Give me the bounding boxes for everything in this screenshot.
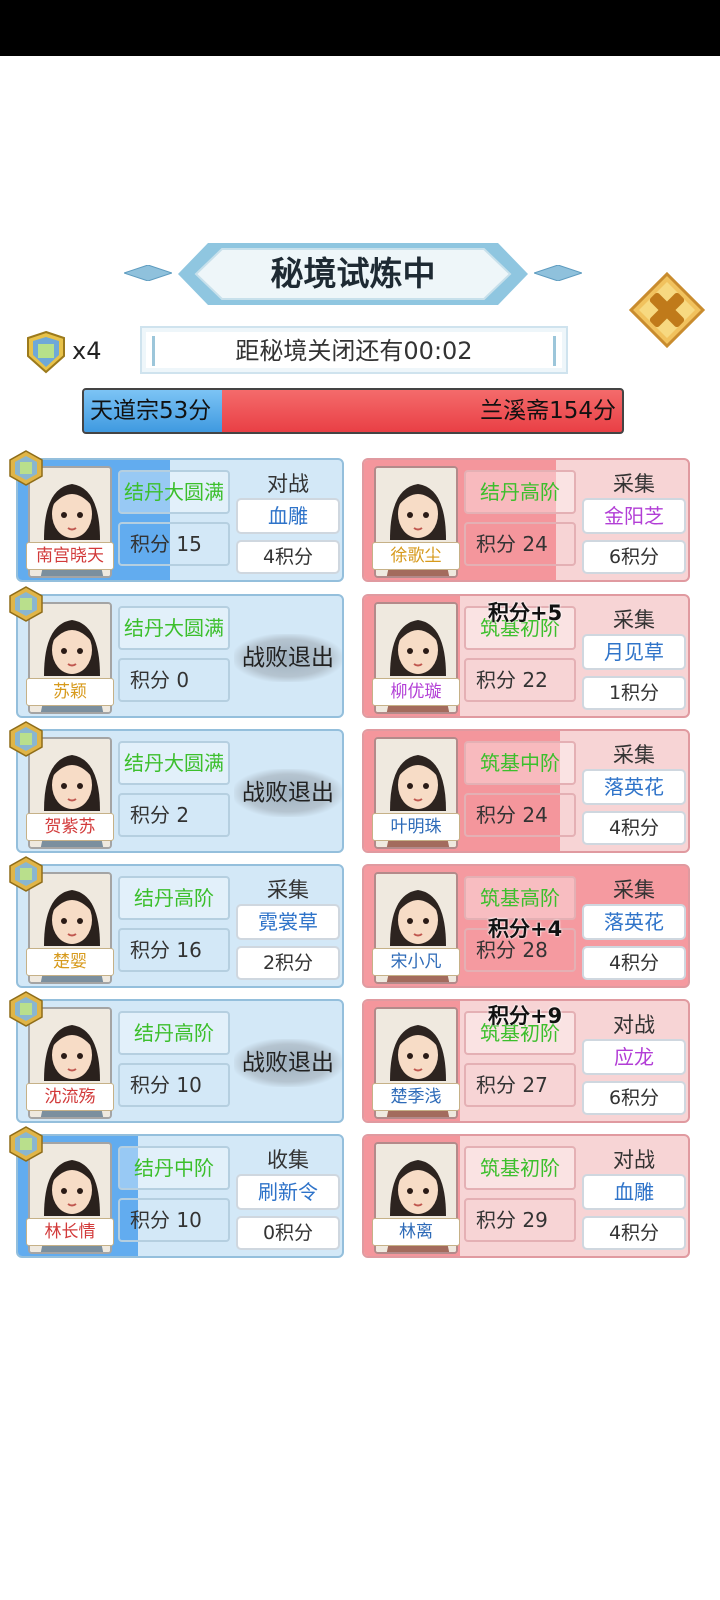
member-name: 沈流殇 [26,1083,114,1111]
action-label: 采集 [267,878,309,902]
action-target-button[interactable]: 月见草 [582,634,686,670]
cultivation-realm: 结丹大圆满 [118,741,230,785]
action-target-button[interactable]: 金阳芝 [582,498,686,534]
action-label: 采集 [613,608,655,632]
left-member-card[interactable]: 林长情 结丹中阶积分 10 收集 刷新令 0积分 [16,1134,344,1258]
member-name: 楚婴 [26,948,114,976]
member-name: 宋小凡 [372,948,460,976]
member-points: 积分 22 [464,658,576,702]
sect-badge-icon [8,856,44,892]
floating-points: 积分+9 [488,1004,563,1028]
action-reward: 4积分 [582,1216,686,1250]
cultivation-realm: 结丹高阶 [118,876,230,920]
left-wing-ornament [124,265,172,281]
action-label: 对战 [613,1013,655,1037]
action-target-button[interactable]: 血雕 [582,1174,686,1210]
action-label: 采集 [613,878,655,902]
left-member-card[interactable]: 苏颖 结丹大圆满积分 0 战败退出 [16,594,344,718]
action-target-button[interactable]: 应龙 [582,1039,686,1075]
action-reward: 6积分 [582,540,686,574]
team-score-bar: 天道宗53分 兰溪斋154分 [82,388,624,434]
cultivation-realm: 结丹大圆满 [118,470,230,514]
member-points: 积分 0 [118,658,230,702]
action-target-button[interactable]: 刷新令 [236,1174,340,1210]
sect-badge-icon [8,1126,44,1162]
member-name: 贺紫苏 [26,813,114,841]
cultivation-realm: 筑基初阶 [464,1146,576,1190]
countdown-timer: 距秘境关闭还有00:02 [140,326,568,374]
left-member-card[interactable]: 贺紫苏 结丹大圆满积分 2 战败退出 [16,729,344,853]
member-points: 积分 29 [464,1198,576,1242]
action-reward: 4积分 [582,946,686,980]
member-name: 苏颖 [26,678,114,706]
action-label: 采集 [613,743,655,767]
member-points: 积分 24 [464,793,576,837]
member-points: 积分 15 [118,522,230,566]
title-banner: 秘境试炼中 [178,243,528,305]
defeated-status: 战败退出 [234,1039,342,1087]
floating-points: 积分+4 [488,917,563,941]
close-button[interactable] [629,272,705,348]
page-title: 秘境试炼中 [270,254,436,293]
member-points: 积分 10 [118,1063,230,1107]
sect-badge-icon [8,721,44,757]
member-name: 徐歌尘 [372,542,460,570]
token-count: x4 [72,337,102,365]
sect-badge-icon [8,586,44,622]
member-name: 楚季浅 [372,1083,460,1111]
cultivation-realm: 结丹高阶 [118,1011,230,1055]
action-reward: 0积分 [236,1216,340,1250]
right-team-score: 兰溪斋154分 [480,398,616,424]
action-reward: 4积分 [236,540,340,574]
right-member-card[interactable]: 叶明珠 筑基中阶积分 24 采集 落英花 4积分 [362,729,690,853]
member-name: 南宫晓天 [26,542,114,570]
right-wing-ornament [534,265,582,281]
member-points: 积分 27 [464,1063,576,1107]
refresh-token-icon [27,330,65,374]
cultivation-realm: 结丹大圆满 [118,606,230,650]
action-target-button[interactable]: 血雕 [236,498,340,534]
action-target-button[interactable]: 落英花 [582,769,686,805]
member-points: 积分 16 [118,928,230,972]
cultivation-realm: 结丹高阶 [464,470,576,514]
left-team-score: 天道宗53分 [90,398,212,424]
defeated-status: 战败退出 [234,769,342,817]
member-name: 柳优璇 [372,678,460,706]
sect-badge-icon [8,991,44,1027]
action-label: 采集 [613,472,655,496]
left-member-card[interactable]: 南宫晓天 结丹大圆满积分 15 对战 血雕 4积分 [16,458,344,582]
action-reward: 1积分 [582,676,686,710]
member-points: 积分 2 [118,793,230,837]
cultivation-realm: 筑基中阶 [464,741,576,785]
member-points: 积分 24 [464,522,576,566]
member-name: 叶明珠 [372,813,460,841]
floating-points: 积分+5 [488,601,563,625]
timer-text: 距秘境关闭还有00:02 [235,337,473,365]
left-member-card[interactable]: 沈流殇 结丹高阶积分 10 战败退出 [16,999,344,1123]
action-label: 对战 [267,472,309,496]
action-reward: 6积分 [582,1081,686,1115]
member-name: 林长情 [26,1218,114,1246]
right-member-card[interactable]: 林离 筑基初阶积分 29 对战 血雕 4积分 [362,1134,690,1258]
action-label: 对战 [613,1148,655,1172]
action-target-button[interactable]: 落英花 [582,904,686,940]
member-name: 林离 [372,1218,460,1246]
status-bar [0,0,720,56]
action-reward: 2积分 [236,946,340,980]
cultivation-realm: 结丹中阶 [118,1146,230,1190]
member-points: 积分 10 [118,1198,230,1242]
action-target-button[interactable]: 霓裳草 [236,904,340,940]
action-reward: 4积分 [582,811,686,845]
sect-badge-icon [8,450,44,486]
left-member-card[interactable]: 楚婴 结丹高阶积分 16 采集 霓裳草 2积分 [16,864,344,988]
right-member-card[interactable]: 徐歌尘 结丹高阶积分 24 采集 金阳芝 6积分 [362,458,690,582]
defeated-status: 战败退出 [234,634,342,682]
action-label: 收集 [267,1148,309,1172]
